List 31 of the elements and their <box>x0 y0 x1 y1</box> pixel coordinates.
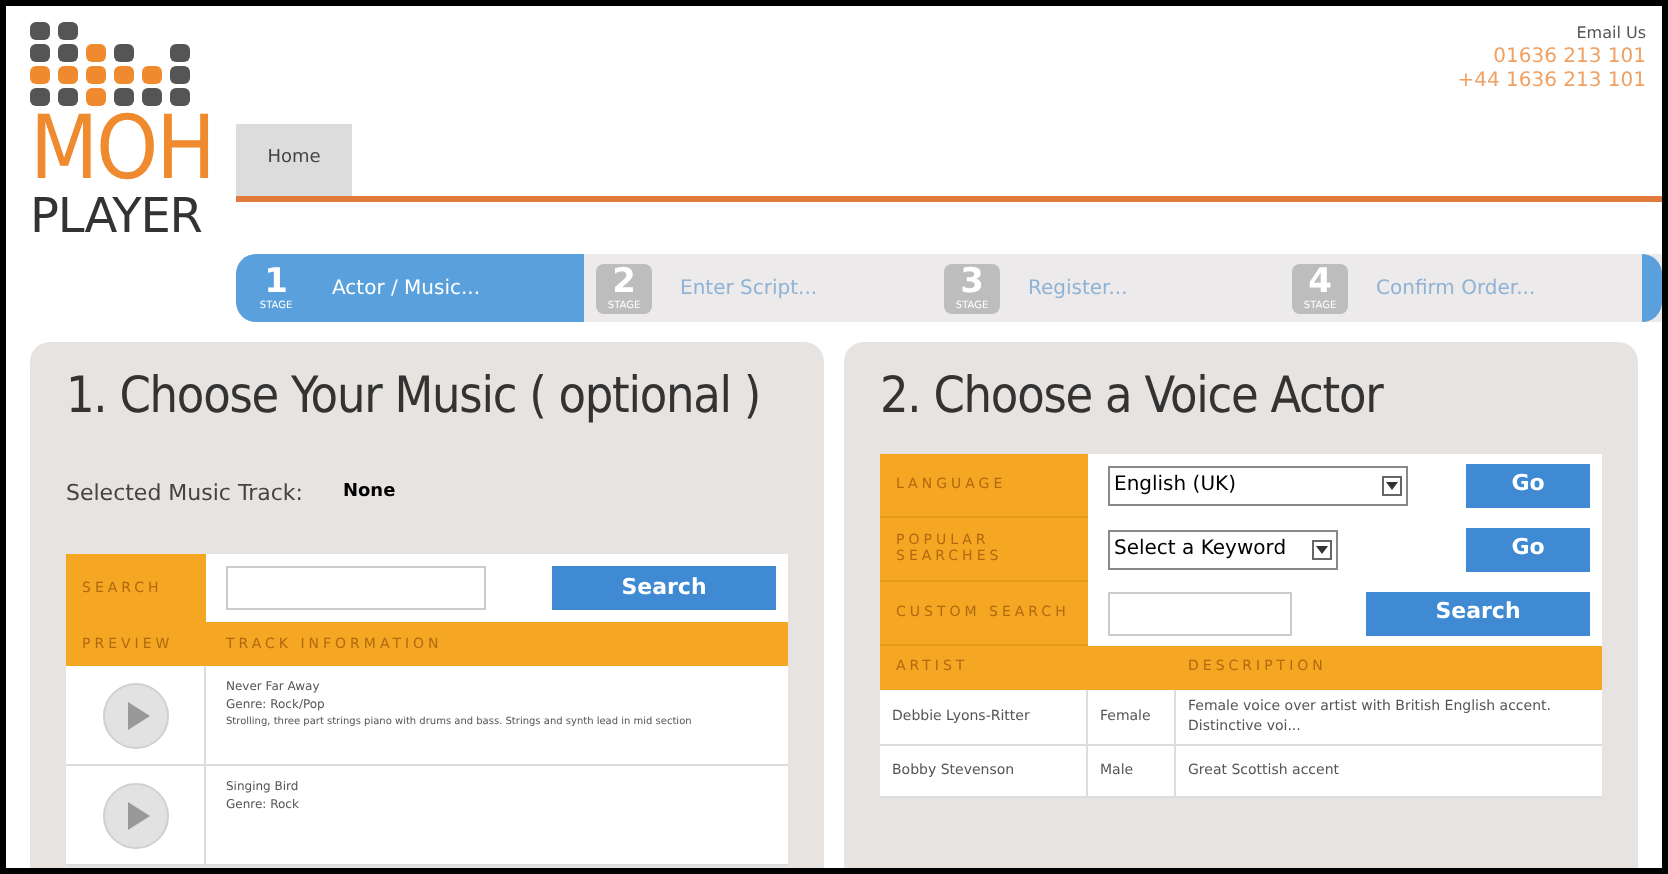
logo-text: MOH <box>30 110 214 190</box>
search-field[interactable] <box>226 566 486 610</box>
selected-track-value: None <box>342 480 396 506</box>
panel-title: 2. Choose a Voice Actor <box>880 364 1386 428</box>
email-link[interactable]: Email Us <box>1576 22 1646 46</box>
dropdown-arrow-icon <box>1382 475 1402 495</box>
stage-label: Confirm Order... <box>1376 275 1536 303</box>
phone-number: +44 1636 213 101 <box>1457 70 1646 94</box>
phone-number: 01636 213 101 <box>1493 46 1646 70</box>
stage-number: 4 <box>1308 263 1332 299</box>
stage-number: 1 <box>264 263 288 299</box>
go-button[interactable]: Go <box>1466 463 1590 507</box>
nav-tab[interactable]: Home <box>236 124 352 196</box>
play-icon[interactable] <box>101 781 169 849</box>
play-icon[interactable] <box>101 681 169 749</box>
stage-label: Enter Script... <box>680 275 818 303</box>
stage-number: 2 <box>612 263 636 299</box>
stage-label: Actor / Music... <box>332 275 481 303</box>
selected-track-label: Selected Music Track: <box>66 477 303 509</box>
dropdown[interactable]: Select a Keyword <box>1108 529 1338 569</box>
panel-title: 1. Choose Your Music ( optional ) <box>66 364 763 428</box>
dropdown-arrow-icon <box>1312 539 1332 559</box>
search-button[interactable]: Search <box>1366 591 1590 635</box>
search-button[interactable]: Search <box>552 566 776 610</box>
stage-label: Register... <box>1028 275 1128 303</box>
dropdown[interactable]: English (UK) <box>1108 465 1408 505</box>
search-field[interactable] <box>1108 591 1292 635</box>
logo-text: PLAYER <box>30 190 202 242</box>
next-stage-icon[interactable] <box>1642 254 1662 322</box>
stage-number: 3 <box>960 263 984 299</box>
go-button[interactable]: Go <box>1466 527 1590 571</box>
